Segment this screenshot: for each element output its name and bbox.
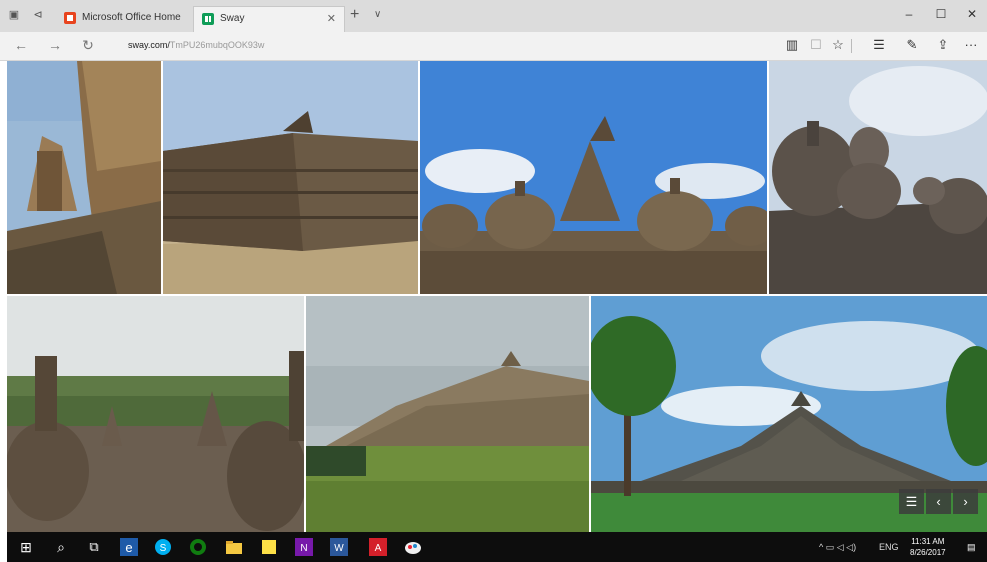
- clock-date: 8/26/2017: [910, 548, 946, 557]
- sway-photo-collage: [7, 61, 987, 532]
- xbox-icon[interactable]: [189, 538, 207, 556]
- close-tab-icon[interactable]: ✕: [327, 7, 336, 31]
- photo-stupas-jungle[interactable]: [7, 296, 304, 532]
- previous-slide-button[interactable]: ‹: [926, 489, 951, 514]
- clock[interactable]: 11:31 AM 8/26/2017: [910, 536, 946, 558]
- forward-button[interactable]: →: [45, 37, 65, 53]
- minimize-button[interactable]: –: [894, 7, 924, 21]
- web-note-icon[interactable]: ✎: [902, 37, 922, 53]
- url-field[interactable]: sway.com/TmPU26mubqOOK93w: [128, 40, 264, 50]
- reading-view-icon[interactable]: ▥: [782, 37, 802, 53]
- photo-temple-dawn[interactable]: [306, 296, 589, 532]
- photo-temple-side[interactable]: [163, 61, 418, 294]
- reading-list-icon[interactable]: ☐: [806, 37, 826, 53]
- toolbar-divider: [851, 39, 852, 53]
- svg-text:N: N: [300, 543, 307, 554]
- tray-icons[interactable]: ^ ▭ ◁ ◁): [819, 542, 856, 553]
- browser-tab-bar: ▣ ⊲ Microsoft Office Home Sway ✕ + ∨ – ☐…: [0, 0, 987, 33]
- skype-icon[interactable]: S: [154, 538, 172, 556]
- onenote-icon[interactable]: N: [295, 538, 313, 556]
- sticky-notes-icon[interactable]: [260, 538, 278, 556]
- edge-icon[interactable]: e: [120, 538, 138, 556]
- photo-buddha-statue[interactable]: [769, 61, 987, 294]
- window-close-button[interactable]: ✕: [957, 7, 987, 21]
- windows-taskbar: ⊞ ⌕ ⧉ e S N W A ^ ▭ ◁ ◁) ENG 11:31 AM 8/…: [7, 532, 987, 562]
- slide-list-button[interactable]: ☰: [899, 489, 924, 514]
- tab-list-icon[interactable]: ∨: [374, 9, 381, 20]
- refresh-button[interactable]: ↻: [78, 37, 98, 54]
- tab-label: Sway: [220, 13, 245, 24]
- url-host: sway.com/: [128, 40, 170, 50]
- language-indicator[interactable]: ENG: [879, 542, 899, 552]
- clock-time: 11:31 AM: [911, 537, 945, 546]
- tab-sway[interactable]: Sway ✕: [193, 6, 345, 33]
- file-explorer-icon[interactable]: [225, 538, 243, 556]
- hub-icon[interactable]: ☰: [869, 37, 889, 53]
- acrobat-icon[interactable]: A: [369, 538, 387, 556]
- svg-text:A: A: [375, 543, 382, 554]
- tab-label: Microsoft Office Home: [82, 12, 181, 23]
- task-view-icon[interactable]: ⧉: [85, 538, 103, 556]
- search-icon[interactable]: ⌕: [52, 538, 70, 556]
- svg-text:S: S: [160, 543, 167, 554]
- paint-icon[interactable]: [404, 538, 422, 556]
- office-icon: [64, 12, 76, 24]
- word-icon[interactable]: W: [330, 538, 348, 556]
- sway-icon: [202, 13, 214, 25]
- photo-stupas-blue-sky[interactable]: [420, 61, 767, 294]
- notifications-icon[interactable]: ▤: [967, 542, 976, 553]
- tab-restore-icon[interactable]: ▣: [6, 8, 22, 22]
- back-button[interactable]: ←: [11, 37, 31, 53]
- favorite-star-icon[interactable]: ☆: [828, 37, 848, 53]
- url-path: TmPU26mubqOOK93w: [169, 40, 265, 50]
- maximize-button[interactable]: ☐: [926, 7, 956, 21]
- address-bar: ← → ↻ sway.com/TmPU26mubqOOK93w ▥ ☐ ☆ ☰ …: [0, 32, 987, 61]
- share-icon[interactable]: ⇪: [933, 37, 953, 53]
- tabs-aside-icon[interactable]: ⊲: [30, 8, 46, 22]
- svg-text:W: W: [334, 543, 344, 554]
- tab-office-home[interactable]: Microsoft Office Home: [56, 6, 191, 32]
- photo-temple-gallery[interactable]: [7, 61, 161, 294]
- more-icon[interactable]: ···: [961, 37, 981, 52]
- next-slide-button[interactable]: ›: [953, 489, 978, 514]
- svg-text:e: e: [125, 540, 132, 555]
- start-icon[interactable]: ⊞: [17, 538, 35, 556]
- new-tab-button[interactable]: +: [350, 6, 359, 24]
